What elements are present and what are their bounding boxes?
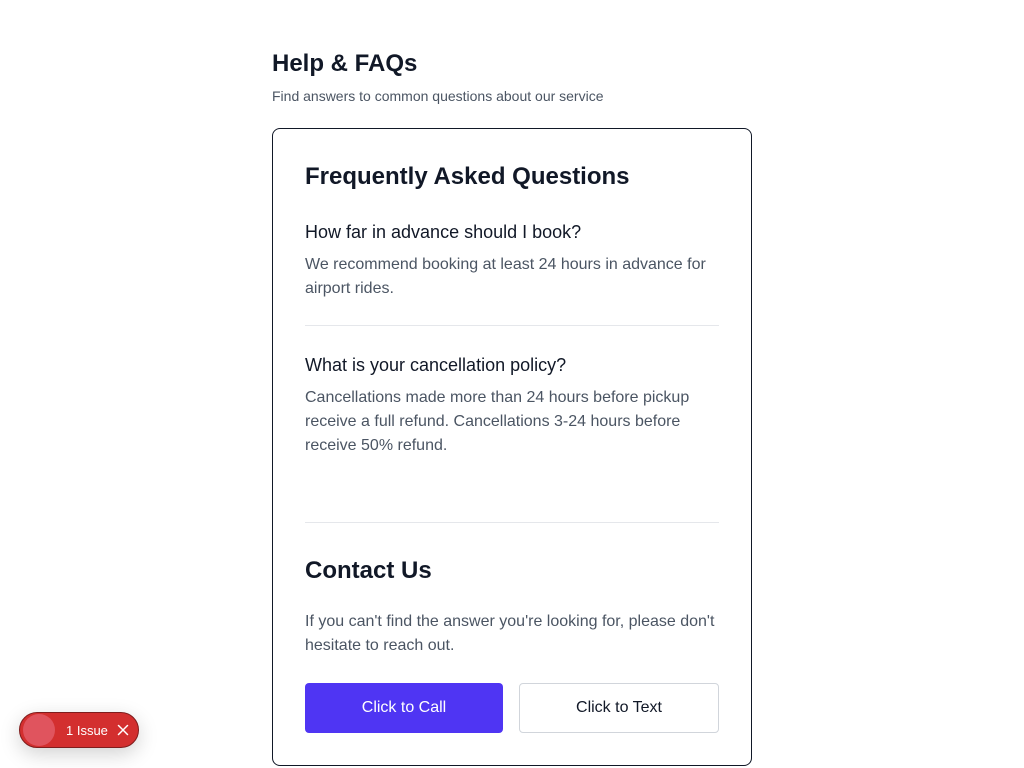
call-button[interactable]: Click to Call (305, 683, 503, 733)
faq-item: How far in advance should I book? We rec… (305, 219, 719, 301)
faq-item: What is your cancellation policy? Cancel… (305, 352, 719, 458)
close-icon[interactable] (116, 723, 130, 737)
issue-badge[interactable]: 1 Issue (19, 712, 139, 748)
issue-count-label: 1 Issue (66, 722, 108, 738)
faq-card: Frequently Asked Questions How far in ad… (272, 128, 752, 766)
faq-section-title: Frequently Asked Questions (305, 163, 630, 190)
faq-question: What is your cancellation policy? (305, 355, 567, 375)
page-subtitle: Find answers to common questions about o… (272, 88, 604, 104)
contact-section-title: Contact Us (305, 557, 432, 584)
text-button[interactable]: Click to Text (519, 683, 719, 733)
faq-answer: We recommend booking at least 24 hours i… (305, 256, 706, 297)
page-header: Help & FAQs Find answers to common quest… (272, 48, 752, 106)
issue-avatar (23, 714, 55, 746)
faq-divider (305, 325, 719, 326)
faq-question: How far in advance should I book? (305, 222, 582, 242)
contact-description: If you can't find the answer you're look… (305, 613, 715, 654)
help-page: Help & FAQs Find answers to common quest… (0, 0, 1024, 768)
faq-answer: Cancellations made more than 24 hours be… (305, 389, 690, 454)
page-title: Help & FAQs (272, 50, 418, 77)
section-divider (305, 522, 719, 523)
